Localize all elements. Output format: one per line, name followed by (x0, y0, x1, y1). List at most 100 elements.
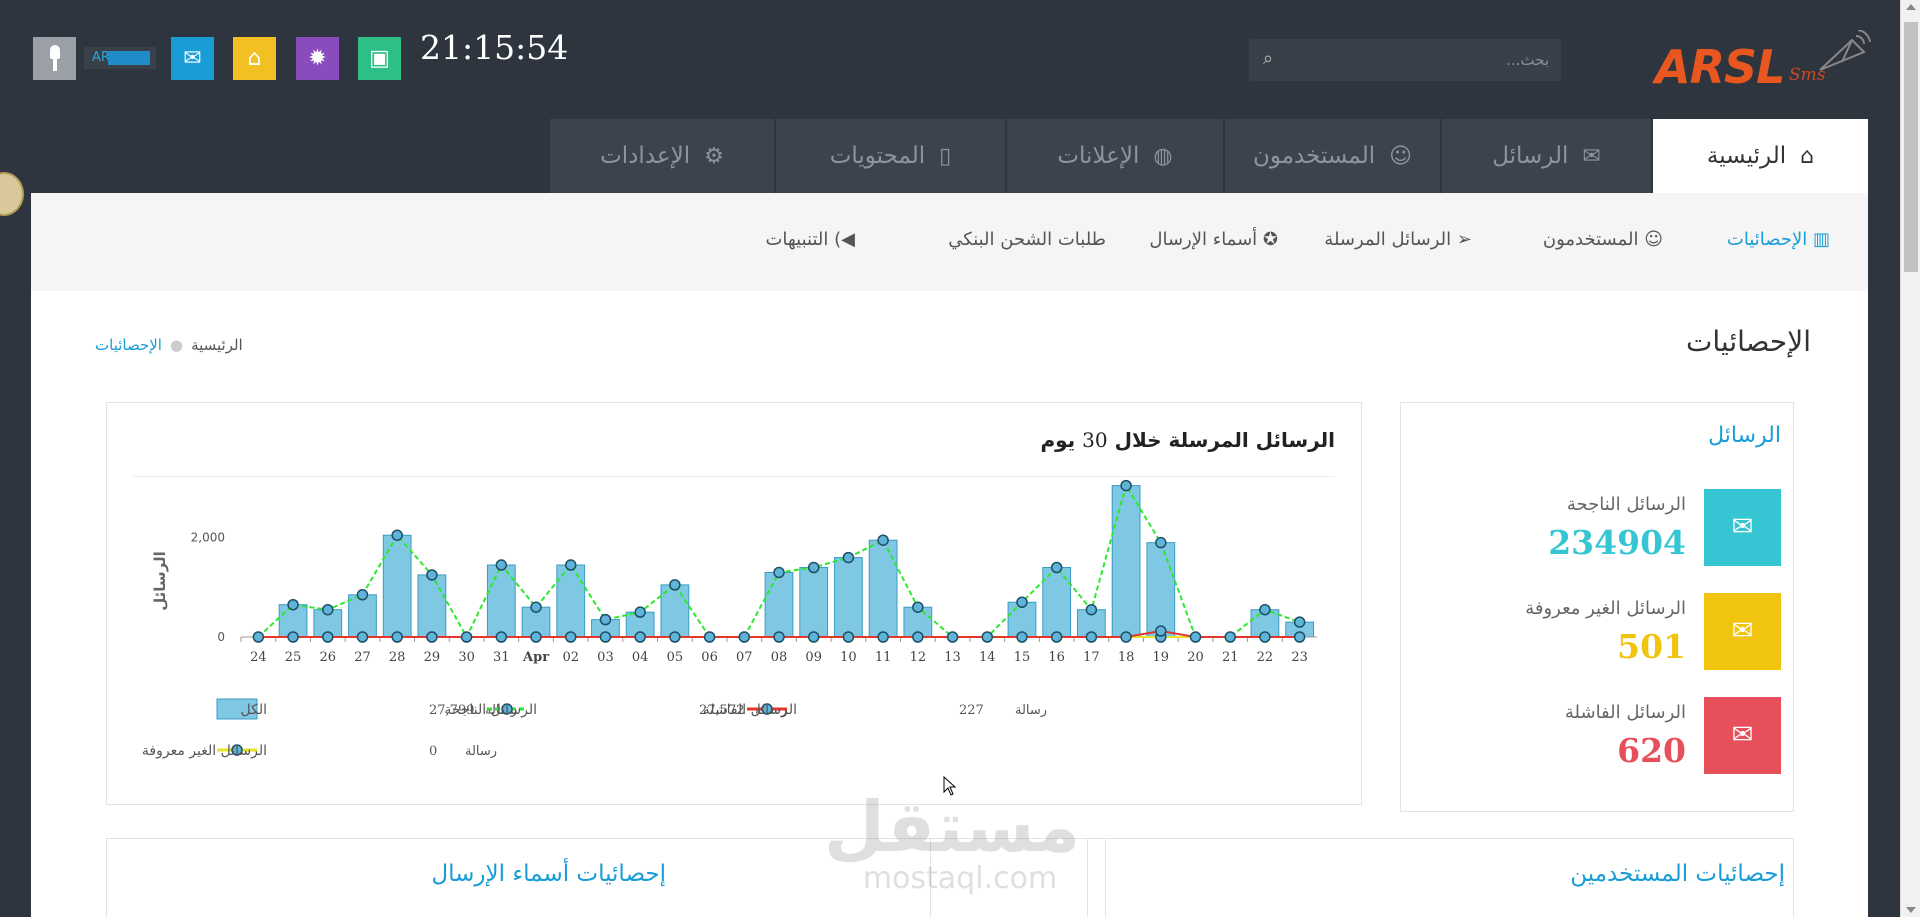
scroll-up-icon[interactable] (1906, 4, 1916, 10)
stat-successful: ✉ الرسائل الناجحة 234904 (1411, 489, 1781, 566)
subnav-item-alerts[interactable]: ◀) التنبيهات (765, 229, 855, 250)
watermark-arabic: مستقل (823, 786, 1080, 868)
subnav-item-statistics-label: الإحصائيات (1726, 229, 1808, 250)
stat-successful-envelope-icon: ✉ (1704, 489, 1781, 566)
subnav-item-bank-recharge-label: طلبات الشحن البنكي (948, 229, 1106, 250)
subnav-item-sender-names-label: أسماء الإرسال (1149, 229, 1258, 250)
subnav-item-sent-messages-label: الرسائل المرسلة (1324, 229, 1452, 250)
clock: 21:15:54 (420, 28, 569, 67)
series-marker-baseline (356, 631, 369, 643)
x-tick-label: 22 (1257, 650, 1274, 665)
series-marker (773, 566, 785, 579)
series-marker-baseline (1224, 631, 1236, 643)
series-marker-baseline (495, 631, 508, 643)
series-marker-baseline (530, 631, 542, 643)
x-tick-label: 17 (1083, 650, 1100, 665)
series-marker (1050, 561, 1063, 574)
tab-contents[interactable]: ▯ المحتويات (774, 119, 1005, 193)
tab-contents-label: المحتويات (829, 143, 926, 169)
tab-home-label: الرئيسية (1706, 143, 1787, 169)
series-marker (1155, 536, 1167, 549)
tab-home[interactable]: ⌂ الرئيسية (1651, 119, 1868, 193)
tab-messages[interactable]: ✉ الرسائل (1440, 119, 1651, 193)
series-marker (391, 529, 403, 541)
watermark-url: mostaql.com (862, 861, 1058, 896)
breadcrumb-current[interactable]: الإحصائيات (95, 336, 162, 354)
subnav-item-sender-names[interactable]: ✪ أسماء الإرسال (1149, 229, 1278, 250)
subnav-item-users[interactable]: ☺ المستخدمون (1543, 229, 1663, 250)
subnav-item-statistics[interactable]: ▥ الإحصائيات (1727, 229, 1830, 250)
mouse-cursor (943, 776, 957, 796)
top-bar: AR ✉ ⌂ ✹ ▣ 21:15:54 ⌕ ARSL Sms (0, 0, 1900, 118)
tab-messages-label: الرسائل (1492, 143, 1569, 169)
series-marker-baseline (946, 631, 959, 643)
messages-chart: الرسائل 0 2,000 24 25 26 27 28 29 30 31 Apr 02 03 04 05… (142, 479, 1317, 759)
subnav-item-bank-recharge[interactable]: طلبات الشحن البنكي (948, 229, 1106, 250)
series-marker-baseline (287, 631, 299, 643)
search-input[interactable] (1299, 39, 1549, 81)
series-marker-baseline (1293, 631, 1306, 643)
series-marker (1085, 603, 1098, 616)
money-quick-button[interactable]: ▣ (358, 37, 401, 80)
series-marker-baseline (877, 631, 889, 643)
tab-users[interactable]: ☺ المستخدمون (1223, 119, 1440, 193)
tags-quick-button[interactable]: ⌂ (233, 37, 276, 80)
series-marker (877, 534, 889, 546)
legend-total: 227 (959, 703, 984, 718)
username-label[interactable]: AR (84, 47, 156, 69)
x-tick-label: 20 (1187, 650, 1204, 665)
tab-settings[interactable]: ⚙ الإعدادات (548, 119, 774, 193)
series-marker-baseline (426, 631, 438, 643)
search-icon[interactable]: ⌕ (1263, 48, 1273, 69)
search-box[interactable]: ⌕ (1249, 39, 1561, 81)
x-tick-label: 06 (701, 650, 718, 665)
bar-all (1111, 485, 1141, 638)
badge-quick-button[interactable]: ✹ (296, 37, 339, 80)
messages-quick-button[interactable]: ✉ (171, 37, 214, 80)
logo-envelope-icon (1819, 30, 1871, 71)
messages-stats-title: الرسائل (1708, 423, 1781, 448)
x-tick-label: 09 (805, 650, 822, 665)
series-marker-baseline (773, 631, 785, 643)
bar-all (868, 539, 898, 638)
stat-failed-envelope-icon: ✉ (1704, 697, 1781, 774)
logo-brand: ARSL (1655, 40, 1785, 94)
avatar[interactable] (33, 37, 76, 80)
series-marker (356, 589, 369, 601)
breadcrumb-separator: ● (169, 336, 184, 354)
side-toggle-handle[interactable] (0, 172, 24, 216)
avatar-neck-shape (53, 59, 57, 71)
x-tick-label: 07 (736, 650, 753, 665)
page-title: الإحصائيات (1685, 325, 1811, 358)
y-tick-label: 0 (217, 630, 225, 644)
legend-label: الكل (241, 702, 268, 718)
tab-ads[interactable]: ◍ الإعلانات (1005, 119, 1223, 193)
series-marker (564, 559, 577, 571)
logo[interactable]: ARSL Sms (1655, 30, 1871, 94)
series-marker (287, 598, 299, 611)
x-tick-label: 16 (1048, 650, 1065, 665)
series-marker-baseline (1016, 631, 1028, 643)
envelope-open-icon: ✉ (183, 46, 202, 71)
x-tick-label: 21 (1222, 650, 1239, 665)
x-tick-label: 30 (458, 650, 475, 665)
series-marker-baseline (669, 631, 681, 643)
main-tabs: ⌂ الرئيسية ✉ الرسائل ☺ المستخدمون ◍ الإع… (548, 119, 1868, 193)
scrollbar-thumb[interactable] (1904, 22, 1918, 272)
x-tick-label: 08 (771, 650, 788, 665)
tab-settings-label: الإعدادات (600, 143, 691, 169)
series-marker-baseline (322, 631, 334, 643)
users-icon: ☺ (1389, 143, 1413, 169)
subnav-item-sent-messages[interactable]: ➢ الرسائل المرسلة (1324, 229, 1472, 250)
sub-nav: ▥ الإحصائيات ☺ المستخدمون ➢ الرسائل المر… (31, 193, 1868, 291)
series-marker-baseline (460, 631, 473, 643)
bar-all (764, 571, 794, 638)
stat-failed-label: الرسائل الفاشلة (1564, 702, 1686, 723)
legend-unit: رسالة (465, 744, 497, 759)
x-tick-label: 29 (424, 650, 441, 665)
scroll-down-icon[interactable] (1906, 907, 1916, 913)
breadcrumb-home[interactable]: الرئيسية (191, 336, 243, 354)
page-scrollbar[interactable] (1900, 0, 1920, 917)
series-marker-baseline (912, 631, 924, 643)
x-tick-label: Apr (522, 650, 549, 665)
